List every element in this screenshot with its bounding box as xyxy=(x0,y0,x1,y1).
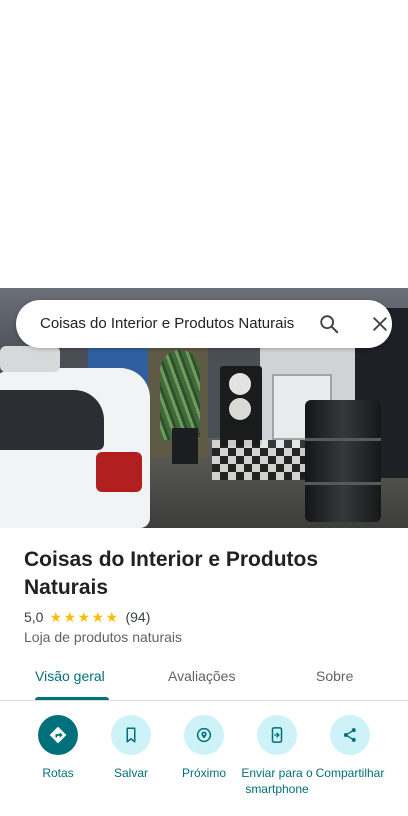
search-input[interactable]: Coisas do Interior e Produtos Naturais xyxy=(40,314,304,334)
place-title: Coisas do Interior e Produtos Naturais xyxy=(24,548,319,599)
photo-disc xyxy=(229,373,251,395)
nearby-circle[interactable] xyxy=(184,715,224,755)
directions-circle[interactable] xyxy=(38,715,78,755)
send-to-phone-label: Enviar para o smartphone xyxy=(241,766,313,796)
star-icon: ★ xyxy=(105,608,119,625)
photo-pot xyxy=(172,428,198,464)
send-to-phone-icon xyxy=(271,727,283,743)
star-icon: ★ xyxy=(91,608,105,625)
tab-reviews[interactable]: Avaliações xyxy=(168,668,235,684)
nearby-label: Próximo xyxy=(181,766,226,780)
directions-icon xyxy=(49,726,67,744)
map-blank-area xyxy=(0,0,408,288)
tab-indicator xyxy=(35,697,109,700)
search-icon[interactable] xyxy=(318,313,340,335)
tab-bar: Visão geral Avaliações Sobre xyxy=(0,656,408,701)
bookmark-icon xyxy=(126,727,136,743)
action-bar: Rotas Salvar Próximo Enviar para o smart… xyxy=(0,712,408,812)
send-to-phone-button[interactable]: Enviar para o smartphone xyxy=(237,712,317,797)
star-icon: ★ xyxy=(63,608,77,625)
rating-value: 5,0 xyxy=(24,609,44,625)
share-label: Compartilhar xyxy=(315,766,385,780)
photo-car-taillight xyxy=(96,452,142,492)
place-category[interactable]: Loja de produtos naturais xyxy=(24,629,182,645)
save-button[interactable]: Salvar xyxy=(91,712,171,781)
send-to-phone-circle[interactable] xyxy=(257,715,297,755)
nearby-button[interactable]: Próximo xyxy=(164,712,244,781)
photo-barrel xyxy=(305,400,381,522)
rating-row[interactable]: 5,0 ★ ★ ★ ★ ★ (94) xyxy=(24,608,150,626)
star-rating: ★ ★ ★ ★ ★ xyxy=(49,608,119,625)
share-circle[interactable] xyxy=(330,715,370,755)
share-icon xyxy=(343,728,356,742)
photo-car-roof xyxy=(0,346,60,372)
review-count[interactable]: (94) xyxy=(125,609,150,625)
nearby-icon xyxy=(196,727,212,743)
photo-disc xyxy=(229,398,251,420)
tab-about[interactable]: Sobre xyxy=(316,668,353,684)
save-circle[interactable] xyxy=(111,715,151,755)
photo-car-window xyxy=(0,390,104,450)
directions-button[interactable]: Rotas xyxy=(18,712,98,781)
photo-tiles xyxy=(212,440,308,480)
close-icon[interactable] xyxy=(370,314,390,334)
share-button[interactable]: Compartilhar xyxy=(310,712,390,781)
save-label: Salvar xyxy=(113,766,148,780)
photo-plant xyxy=(160,350,200,440)
star-icon: ★ xyxy=(49,608,63,625)
directions-label: Rotas xyxy=(42,766,74,780)
tab-overview[interactable]: Visão geral xyxy=(35,668,105,684)
star-icon: ★ xyxy=(77,608,91,625)
search-bar[interactable]: Coisas do Interior e Produtos Naturais xyxy=(16,300,392,348)
